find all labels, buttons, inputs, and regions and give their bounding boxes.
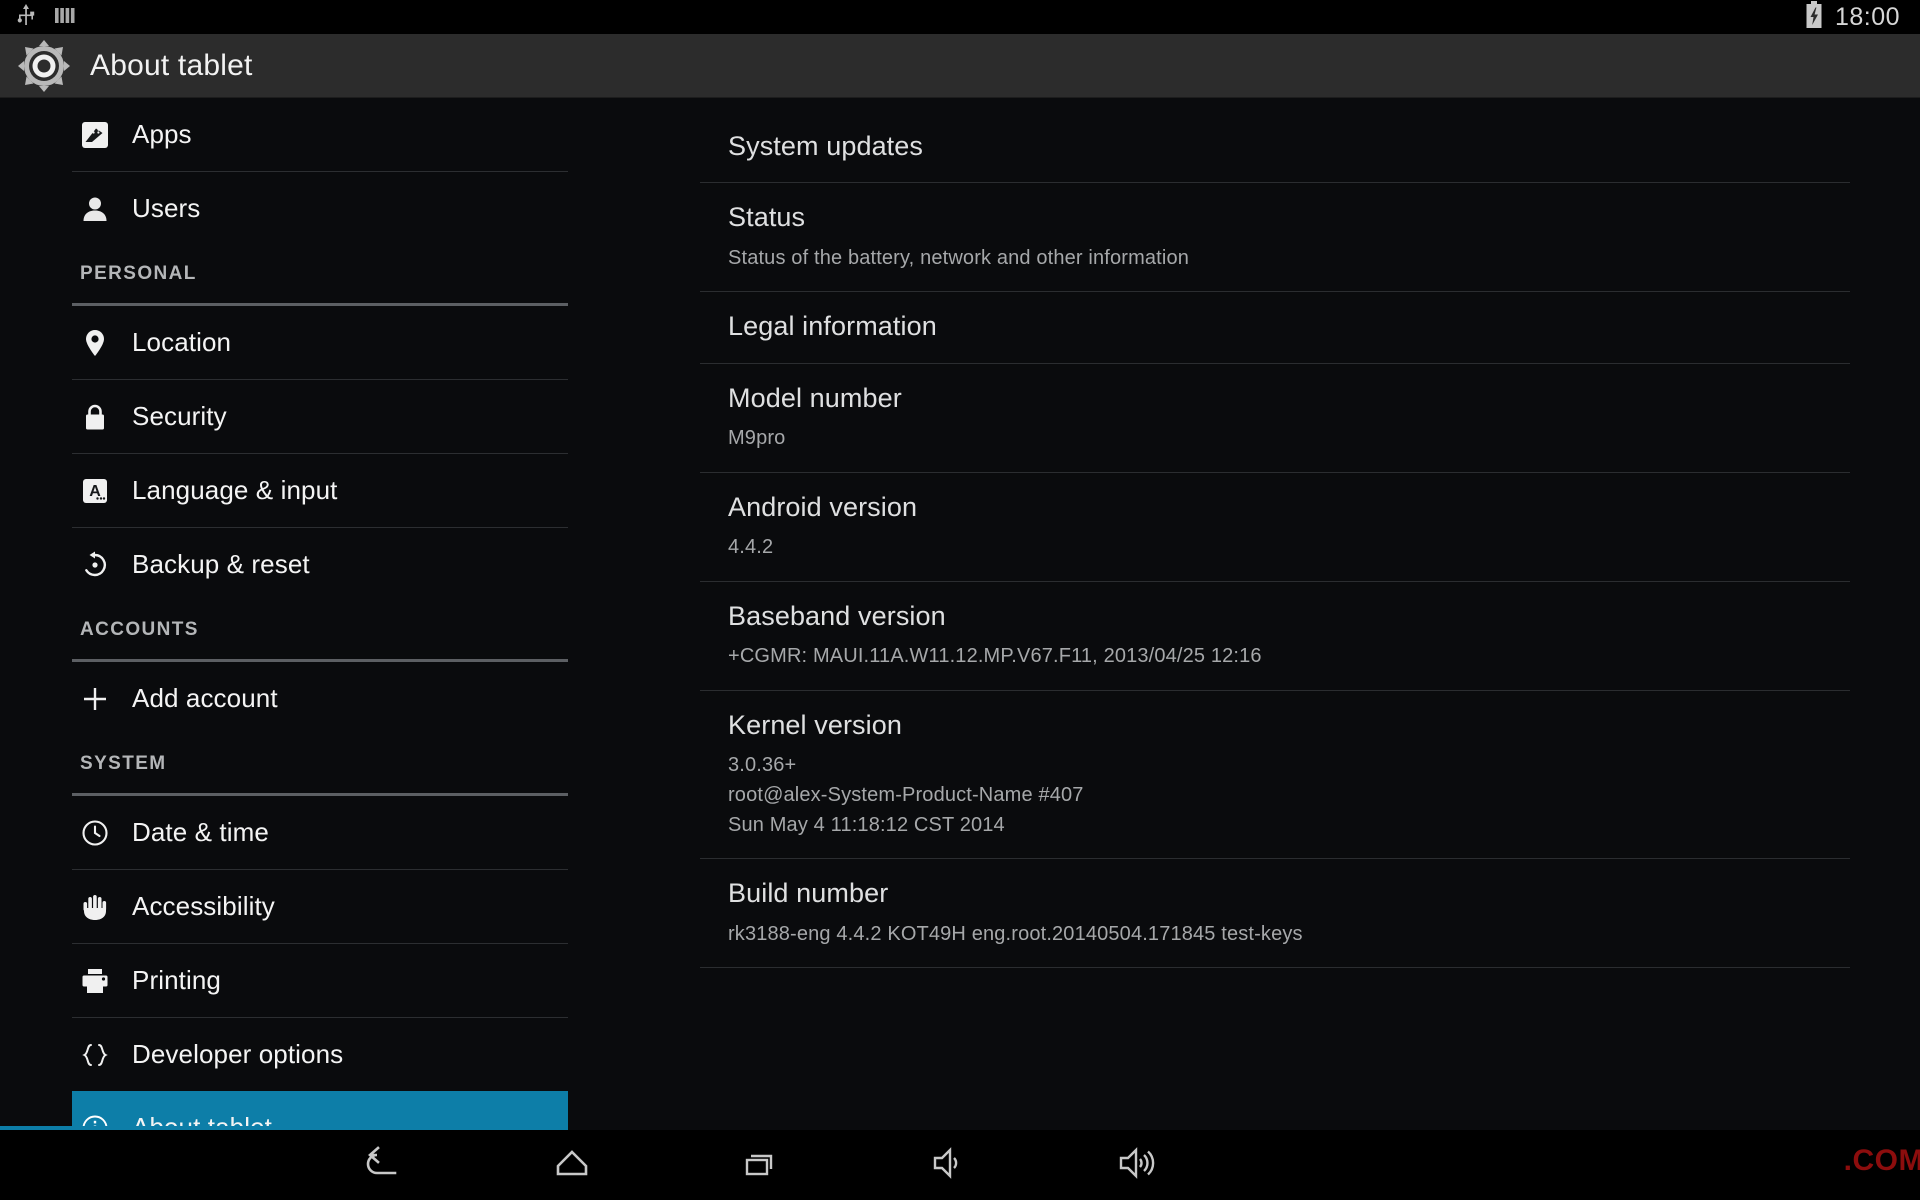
sidebar-item-developer-options[interactable]: Developer options <box>0 1018 700 1091</box>
sidebar-item-label: Printing <box>132 965 221 995</box>
sidebar-item-printing[interactable]: Printing <box>0 944 700 1017</box>
sidebar-item-about-tablet[interactable]: About tablet <box>72 1091 568 1130</box>
settings-gear-icon <box>16 38 72 94</box>
list-item-android-version[interactable]: Android version 4.4.2 <box>700 473 1920 581</box>
battery-charging-icon <box>1805 0 1823 34</box>
language-keyboard-icon: A <box>80 476 132 506</box>
status-bar-left-icons <box>0 3 76 31</box>
list-item-title: Kernel version <box>728 710 902 740</box>
back-arrow-icon <box>361 1143 407 1188</box>
svg-text:A: A <box>89 483 101 500</box>
sidebar-section-label: SYSTEM <box>80 753 167 774</box>
sidebar-section-personal: PERSONAL <box>0 245 700 303</box>
sidebar-section-label: PERSONAL <box>80 263 197 284</box>
usb-icon <box>16 3 36 31</box>
sidebar-section-system: SYSTEM <box>0 735 700 793</box>
sidebar-item-label: Users <box>132 193 201 223</box>
volume-high-icon <box>1113 1143 1159 1188</box>
sidebar-item-language-input[interactable]: A Language & input <box>0 454 700 527</box>
list-item-baseband-version[interactable]: Baseband version +CGMR: MAUI.11A.W11.12.… <box>700 582 1920 690</box>
watermark-text: .COM <box>1843 1144 1920 1177</box>
sidebar-item-label: Language & input <box>132 475 338 505</box>
backup-restore-icon <box>80 550 132 580</box>
sidebar-item-label: Developer options <box>132 1039 344 1069</box>
list-item-subtitle: 4.4.2 <box>728 536 774 559</box>
list-item-subtitle: M9pro <box>728 427 786 450</box>
about-tablet-list: System updates Status Status of the batt… <box>700 98 1920 1130</box>
list-item-title: Status <box>728 202 806 233</box>
clock-icon <box>80 818 132 848</box>
status-bar-right-icons: 18:00 <box>1805 0 1920 34</box>
home-button[interactable] <box>478 1130 666 1200</box>
list-divider <box>700 967 1850 969</box>
page-title: About tablet <box>90 48 253 82</box>
sidebar-item-label: Security <box>132 401 227 431</box>
braces-icon <box>80 1040 132 1070</box>
status-bar-clock: 18:00 <box>1834 2 1900 31</box>
list-item-title: Baseband version <box>728 600 946 631</box>
volume-down-button[interactable] <box>854 1130 1042 1200</box>
list-item-status[interactable]: Status Status of the battery, network an… <box>700 183 1920 291</box>
list-item-build-number[interactable]: Build number rk3188-eng 4.4.2 KOT49H eng… <box>700 859 1920 967</box>
volume-low-icon <box>925 1143 971 1188</box>
back-button[interactable] <box>290 1130 478 1200</box>
recents-icon <box>737 1143 783 1188</box>
sidebar-item-backup-reset[interactable]: Backup & reset <box>0 528 700 601</box>
list-item-title: System updates <box>728 131 924 161</box>
sidebar-item-label: Accessibility <box>132 891 275 921</box>
sidebar-section-label: ACCOUNTS <box>80 619 199 640</box>
sidebar-item-label: Add account <box>132 683 278 713</box>
sidebar-item-add-account[interactable]: Add account <box>0 662 700 735</box>
home-icon <box>549 1143 595 1188</box>
sidebar-item-accessibility[interactable]: Accessibility <box>0 870 700 943</box>
apps-android-icon <box>80 120 132 150</box>
system-navigation-bar[interactable]: .COM <box>0 1130 1920 1200</box>
list-item-subtitle: 3.0.36+ root@alex-System-Product-Name #4… <box>728 754 1084 836</box>
sidebar-item-label: Apps <box>132 119 192 149</box>
sidebar-item-apps[interactable]: Apps <box>0 98 700 171</box>
user-person-icon <box>80 194 132 224</box>
list-item-title: Android version <box>728 491 918 522</box>
sidebar-item-label: Date & time <box>132 817 269 847</box>
tablet-screen: 18:00 About tablet Apps Users PERSONAL L… <box>0 0 1920 1200</box>
list-item-title: Legal information <box>728 311 937 342</box>
status-bar: 18:00 <box>0 0 1920 34</box>
settings-sidebar[interactable]: Apps Users PERSONAL Location Security A … <box>0 98 700 1130</box>
list-item-title: Model number <box>728 382 902 413</box>
list-item-subtitle: rk3188-eng 4.4.2 KOT49H eng.root.2014050… <box>728 922 1303 945</box>
list-item-subtitle: Status of the battery, network and other… <box>728 246 1190 269</box>
content-area: Apps Users PERSONAL Location Security A … <box>0 98 1920 1130</box>
location-pin-icon <box>80 328 132 358</box>
recents-button[interactable] <box>666 1130 854 1200</box>
sidebar-section-accounts: ACCOUNTS <box>0 601 700 659</box>
list-item-title: Build number <box>728 878 889 909</box>
list-item-subtitle: +CGMR: MAUI.11A.W11.12.MP.V67.F11, 2013/… <box>728 645 1262 668</box>
plus-icon <box>80 684 132 714</box>
sidebar-item-security[interactable]: Security <box>0 380 700 453</box>
volume-up-button[interactable] <box>1042 1130 1230 1200</box>
sidebar-item-location[interactable]: Location <box>0 306 700 379</box>
printer-icon <box>80 966 132 996</box>
lock-icon <box>80 402 132 432</box>
sidebar-item-date-time[interactable]: Date & time <box>0 796 700 869</box>
list-item-system-updates[interactable]: System updates <box>700 112 1920 182</box>
sidebar-item-users[interactable]: Users <box>0 172 700 245</box>
action-bar: About tablet <box>0 34 1920 98</box>
sidebar-item-label: Location <box>132 327 232 357</box>
list-item-legal-information[interactable]: Legal information <box>700 292 1920 362</box>
list-item-kernel-version[interactable]: Kernel version 3.0.36+ root@alex-System-… <box>700 691 1920 858</box>
signal-bars-icon <box>54 4 76 31</box>
hand-icon <box>80 892 132 922</box>
list-item-model-number[interactable]: Model number M9pro <box>700 364 1920 472</box>
sidebar-item-label: Backup & reset <box>132 549 310 579</box>
